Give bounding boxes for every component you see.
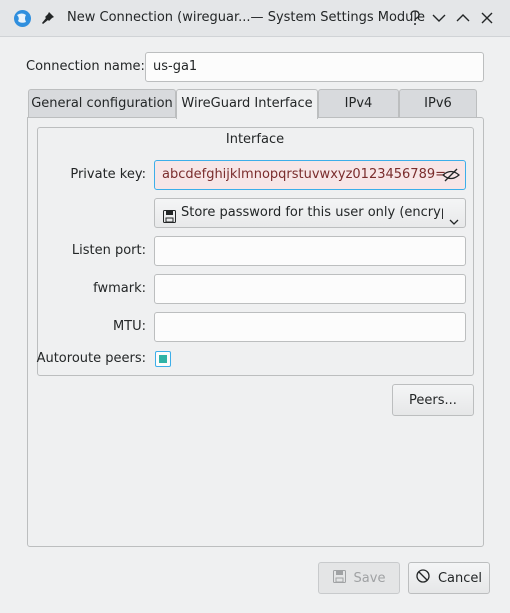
save-button-label: Save	[353, 570, 386, 586]
chevron-down-icon	[449, 209, 459, 227]
autoroute-peers-checkbox[interactable]	[155, 351, 171, 367]
connection-name-field[interactable]: us-ga1	[145, 52, 484, 82]
mtu-field[interactable]	[154, 312, 466, 342]
hidden-eye-icon[interactable]	[442, 167, 460, 187]
chevron-down-icon[interactable]	[429, 8, 449, 28]
kde-globe-icon[interactable]	[13, 9, 32, 32]
interface-group-title: Interface	[225, 132, 285, 147]
peers-button[interactable]: Peers...	[392, 384, 474, 416]
peers-button-label: Peers...	[409, 392, 457, 408]
fwmark-label: fwmark:	[93, 281, 146, 296]
tab-ipv6[interactable]: IPv6	[399, 89, 477, 117]
fwmark-field[interactable]	[154, 274, 466, 304]
chevron-up-icon[interactable]	[453, 8, 473, 28]
autoroute-peers-label: Autoroute peers:	[36, 351, 146, 366]
listen-port-field[interactable]	[154, 236, 466, 266]
save-button[interactable]: Save	[318, 562, 400, 594]
private-key-label: Private key:	[70, 167, 146, 182]
title-bar: New Connection (wireguar...— System Sett…	[0, 0, 510, 37]
checkbox-checked-indicator	[159, 355, 167, 363]
tab-wireguard-interface[interactable]: WireGuard Interface	[176, 89, 318, 119]
floppy-disk-icon	[163, 206, 176, 227]
close-icon[interactable]	[477, 8, 497, 28]
mtu-label: MTU:	[112, 319, 146, 334]
password-store-combobox[interactable]: Store password for this user only (encry…	[154, 198, 466, 228]
cancel-button-label: Cancel	[437, 570, 483, 586]
private-key-field[interactable]: abcdefghijklmnopqrstuvwxyz0123456789=	[154, 160, 466, 190]
listen-port-label: Listen port:	[71, 243, 146, 258]
window-title: New Connection (wireguar...— System Sett…	[67, 10, 426, 25]
tab-general-configuration[interactable]: General configuration	[28, 89, 176, 117]
floppy-disk-icon	[332, 569, 346, 587]
help-icon[interactable]	[405, 8, 425, 28]
cancel-icon	[416, 569, 430, 587]
pin-icon[interactable]	[41, 11, 55, 29]
tab-ipv4[interactable]: IPv4	[318, 89, 399, 117]
cancel-button[interactable]: Cancel	[408, 562, 490, 594]
connection-name-label: Connection name:	[26, 59, 145, 74]
password-store-value: Store password for this user only (encry…	[181, 205, 443, 220]
